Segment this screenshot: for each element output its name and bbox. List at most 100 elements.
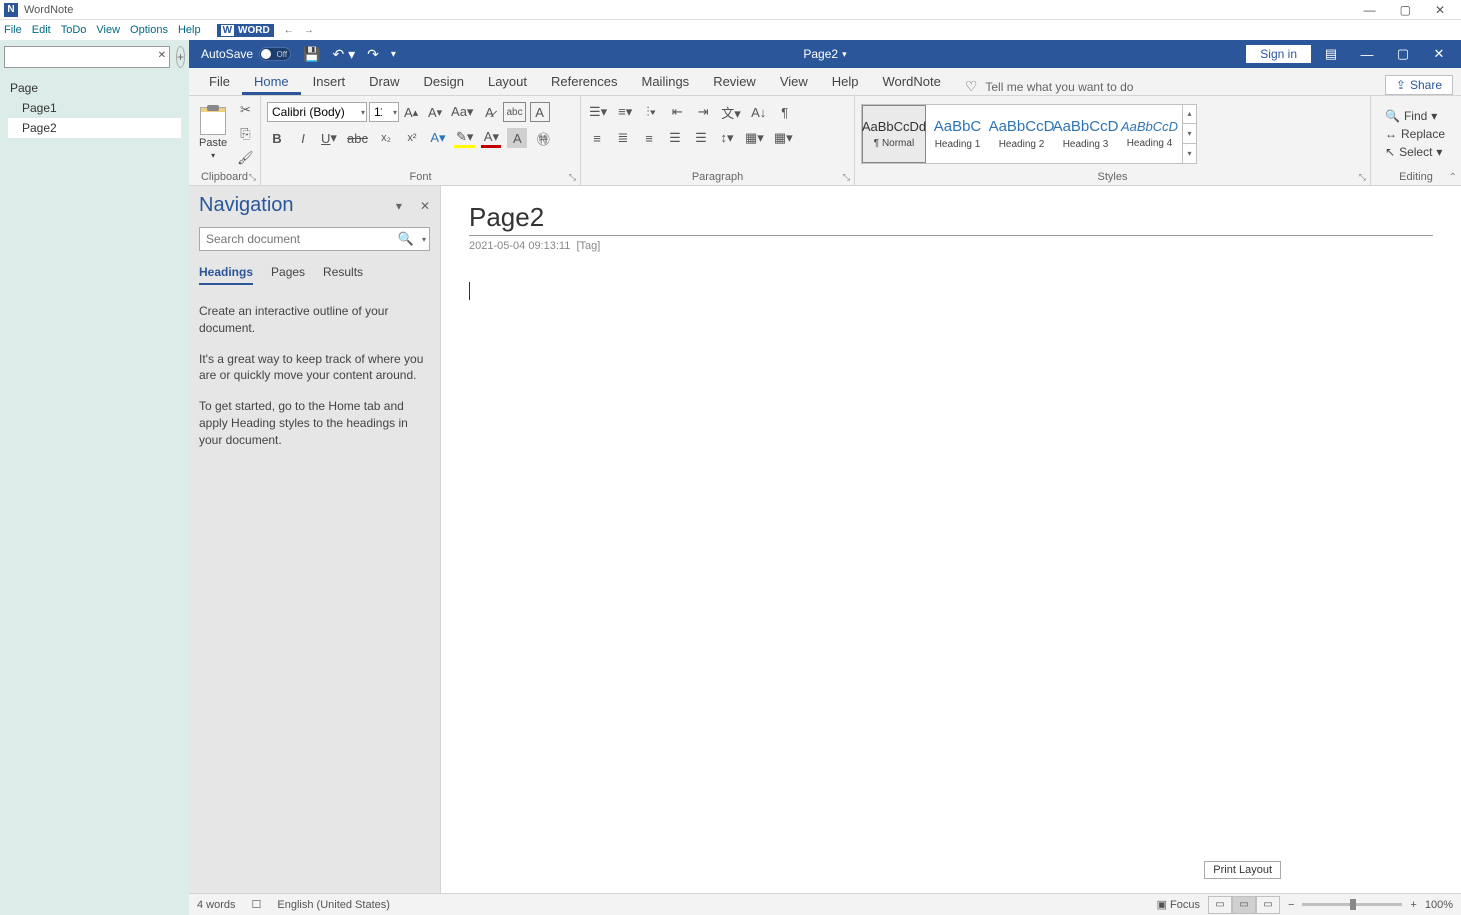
justify-icon[interactable]: ☰ bbox=[665, 128, 685, 148]
autosave-toggle[interactable]: Off bbox=[259, 47, 291, 61]
tab-home[interactable]: Home bbox=[242, 70, 301, 95]
qat-customize-icon[interactable]: ▾ bbox=[385, 49, 402, 60]
change-case-icon[interactable]: Aa▾ bbox=[449, 102, 475, 122]
character-border-icon[interactable]: A bbox=[530, 102, 550, 122]
collapse-ribbon-icon[interactable]: ⌃ bbox=[1449, 172, 1457, 183]
tab-design[interactable]: Design bbox=[412, 70, 476, 95]
grow-font-icon[interactable]: A▴ bbox=[401, 102, 421, 122]
numbering-icon[interactable]: ≡▾ bbox=[615, 102, 635, 122]
ribbon-display-options-icon[interactable]: ▤ bbox=[1315, 46, 1347, 62]
bullets-icon[interactable]: ☰▾ bbox=[587, 102, 609, 122]
align-left-icon[interactable]: ≡ bbox=[587, 128, 607, 148]
phonetic-guide-icon[interactable]: abc bbox=[503, 102, 525, 122]
nav-tab-headings[interactable]: Headings bbox=[199, 265, 253, 285]
word-maximize-button[interactable]: ▢ bbox=[1387, 46, 1419, 62]
add-note-button[interactable]: + bbox=[176, 46, 185, 68]
menu-help[interactable]: Help bbox=[178, 24, 201, 36]
underline-button[interactable]: U▾ bbox=[319, 128, 339, 148]
clipboard-launcher-icon[interactable]: ⤡ bbox=[249, 172, 256, 183]
menu-file[interactable]: File bbox=[4, 24, 22, 36]
search-options-icon[interactable]: ▾ bbox=[422, 235, 426, 244]
search-icon[interactable]: 🔍 bbox=[398, 231, 414, 247]
tab-draw[interactable]: Draw bbox=[357, 70, 411, 95]
share-button[interactable]: ⇪Share bbox=[1385, 75, 1453, 95]
tab-insert[interactable]: Insert bbox=[301, 70, 358, 95]
tag-field[interactable]: [Tag] bbox=[576, 240, 600, 252]
tab-wordnote[interactable]: WordNote bbox=[871, 70, 953, 95]
notes-search-input[interactable] bbox=[4, 46, 170, 68]
distributed-icon[interactable]: ☰ bbox=[691, 128, 711, 148]
undo-icon[interactable]: ↶ ▾ bbox=[326, 46, 361, 63]
web-layout-icon[interactable]: ▭ bbox=[1256, 896, 1280, 914]
style-normal[interactable]: AaBbCcDd ¶ Normal bbox=[862, 105, 926, 163]
font-size-select[interactable] bbox=[369, 102, 399, 122]
subscript-button[interactable]: x₂ bbox=[376, 128, 396, 148]
find-button[interactable]: 🔍Find ▾ bbox=[1383, 108, 1447, 124]
save-icon[interactable]: 💾 bbox=[297, 46, 326, 63]
document-title-dropdown[interactable]: Page2▾ bbox=[803, 47, 846, 61]
tab-review[interactable]: Review bbox=[701, 70, 768, 95]
font-launcher-icon[interactable]: ⤡ bbox=[569, 172, 576, 183]
nav-tab-results[interactable]: Results bbox=[323, 265, 363, 285]
increase-indent-icon[interactable]: ⇥ bbox=[693, 102, 713, 122]
style-heading3[interactable]: AaBbCcD Heading 3 bbox=[1054, 105, 1118, 163]
nav-pane-close-icon[interactable]: ✕ bbox=[420, 199, 430, 213]
menu-options[interactable]: Options bbox=[130, 24, 168, 36]
menu-view[interactable]: View bbox=[96, 24, 120, 36]
signin-button[interactable]: Sign in bbox=[1246, 45, 1311, 63]
text-effects-icon[interactable]: A▾ bbox=[428, 128, 448, 148]
strikethrough-button[interactable]: abc bbox=[345, 128, 370, 148]
superscript-button[interactable]: x² bbox=[402, 128, 422, 148]
outer-maximize-button[interactable]: ▢ bbox=[1400, 3, 1411, 17]
tree-item-page1[interactable]: Page1 bbox=[8, 98, 181, 118]
tab-references[interactable]: References bbox=[539, 70, 629, 95]
sort-icon[interactable]: A↓ bbox=[749, 102, 769, 122]
nav-forward-icon[interactable]: → bbox=[304, 25, 314, 36]
page-title[interactable]: Page2 bbox=[469, 202, 1433, 236]
styles-expand-icon[interactable]: ▾ bbox=[1183, 144, 1196, 163]
tree-root[interactable]: Page bbox=[8, 78, 181, 98]
language-status[interactable]: English (United States) bbox=[277, 899, 390, 911]
tab-help[interactable]: Help bbox=[820, 70, 871, 95]
style-heading2[interactable]: AaBbCcD Heading 2 bbox=[990, 105, 1054, 163]
tab-layout[interactable]: Layout bbox=[476, 70, 539, 95]
clear-search-icon[interactable]: ✕ bbox=[158, 50, 166, 61]
zoom-level[interactable]: 100% bbox=[1425, 899, 1453, 911]
font-name-select[interactable] bbox=[267, 102, 367, 122]
italic-button[interactable]: I bbox=[293, 128, 313, 148]
decrease-indent-icon[interactable]: ⇤ bbox=[667, 102, 687, 122]
tree-item-page2[interactable]: Page2 bbox=[8, 118, 181, 138]
print-layout-icon[interactable]: ▭ bbox=[1232, 896, 1256, 914]
cut-icon[interactable]: ✂ bbox=[235, 100, 256, 120]
tab-file[interactable]: File bbox=[197, 70, 242, 95]
zoom-out-button[interactable]: − bbox=[1288, 899, 1294, 911]
read-mode-icon[interactable]: ▭ bbox=[1208, 896, 1232, 914]
paragraph-launcher-icon[interactable]: ⤡ bbox=[843, 172, 850, 183]
borders-icon[interactable]: ▦▾ bbox=[772, 128, 795, 148]
menu-edit[interactable]: Edit bbox=[32, 24, 51, 36]
styles-scroll-down-icon[interactable]: ▾ bbox=[1183, 124, 1196, 144]
align-center-icon[interactable]: ≣ bbox=[613, 128, 633, 148]
enclose-characters-icon[interactable]: ㊕ bbox=[533, 128, 553, 148]
highlight-icon[interactable]: ✎▾ bbox=[454, 128, 475, 148]
clear-formatting-icon[interactable]: A̷ bbox=[479, 102, 499, 122]
shrink-font-icon[interactable]: A▾ bbox=[425, 102, 445, 122]
bold-button[interactable]: B bbox=[267, 128, 287, 148]
spellcheck-icon[interactable]: ☐ bbox=[252, 898, 262, 911]
word-count[interactable]: 4 words bbox=[197, 899, 236, 911]
style-heading4[interactable]: AaBbCcD Heading 4 bbox=[1118, 105, 1182, 163]
paste-button[interactable]: Paste ▾ bbox=[195, 107, 231, 160]
style-heading1[interactable]: AaBbC Heading 1 bbox=[926, 105, 990, 163]
zoom-slider[interactable] bbox=[1302, 903, 1402, 906]
styles-launcher-icon[interactable]: ⤡ bbox=[1359, 172, 1366, 183]
character-shading-icon[interactable]: A bbox=[507, 128, 527, 148]
asian-layout-icon[interactable]: 文▾ bbox=[719, 102, 743, 122]
redo-icon[interactable]: ↷ bbox=[361, 46, 385, 63]
nav-search-input[interactable] bbox=[199, 227, 430, 251]
outer-minimize-button[interactable]: — bbox=[1364, 3, 1376, 17]
font-color-icon[interactable]: A▾ bbox=[481, 128, 501, 148]
tab-mailings[interactable]: Mailings bbox=[630, 70, 702, 95]
focus-mode-button[interactable]: ▣ Focus bbox=[1157, 898, 1200, 911]
word-close-button[interactable]: ✕ bbox=[1423, 46, 1455, 62]
word-minimize-button[interactable]: — bbox=[1351, 47, 1383, 62]
